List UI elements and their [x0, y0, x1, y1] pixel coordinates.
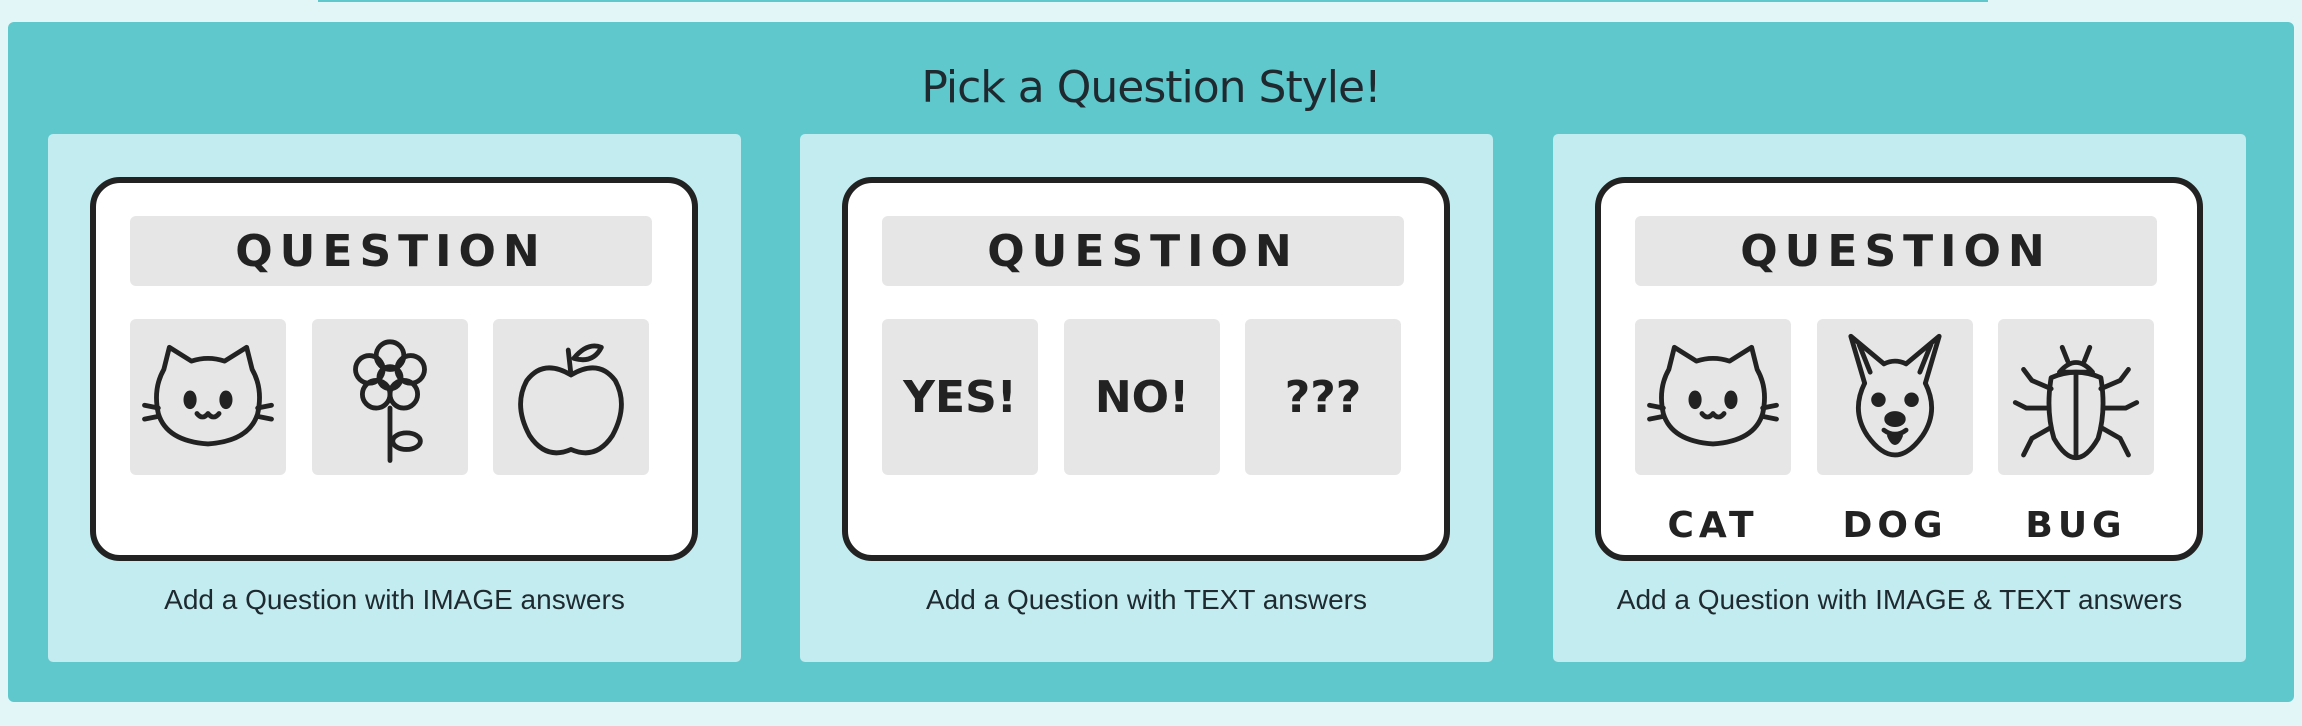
- answer-tile: YES!: [882, 319, 1038, 475]
- option-caption: Add a Question with IMAGE & TEXT answers: [1616, 584, 2183, 615]
- question-heading: QUESTION: [130, 216, 652, 286]
- answer-tile: [1817, 319, 1973, 475]
- dog-icon: [1848, 333, 1942, 458]
- answer-text-no: NO!: [1094, 371, 1190, 423]
- answer-label-bug: BUG: [2025, 505, 2127, 546]
- cat-icon: [142, 344, 274, 447]
- answer-tile: [1635, 319, 1791, 475]
- answer-tile: [1998, 319, 2154, 475]
- option-caption: Add a Question with IMAGE answers: [164, 584, 625, 615]
- answer-label-cat: CAT: [1667, 505, 1759, 546]
- question-heading: QUESTION: [1635, 216, 2157, 286]
- option-caption: Add a Question with TEXT answers: [926, 584, 1367, 615]
- apple-icon: [518, 343, 624, 456]
- answer-tile: [130, 319, 286, 475]
- image-text-answers-option[interactable]: QUESTION CAT DOG BUG Add a Question with…: [1553, 134, 2246, 662]
- text-answers-option[interactable]: QUESTION YES! NO! ??? Add a Question wit…: [800, 134, 1493, 662]
- panel-title: Pick a Question Style!: [921, 62, 1381, 113]
- answer-tile: [312, 319, 468, 475]
- answer-text-unknown: ???: [1284, 371, 1362, 423]
- answer-label-dog: DOG: [1842, 505, 1948, 546]
- question-heading: QUESTION: [882, 216, 1404, 286]
- question-style-panel: Pick a Question Style! QUESTION Add a Qu…: [8, 22, 2294, 702]
- preview-card: QUESTION: [1595, 177, 2203, 561]
- preview-card: QUESTION YES! NO! ???: [842, 177, 1450, 561]
- answer-tile: ???: [1245, 319, 1401, 475]
- answer-text-yes: YES!: [903, 371, 1017, 423]
- image-answers-option[interactable]: QUESTION Add a Question with IMAGE answe…: [48, 134, 741, 662]
- flower-icon: [353, 339, 427, 463]
- cat-icon: [1647, 344, 1779, 447]
- answer-tile: NO!: [1064, 319, 1220, 475]
- previous-section-edge: [318, 0, 1988, 2]
- answer-tile: [493, 319, 649, 475]
- bug-icon: [2012, 344, 2140, 461]
- preview-card: QUESTION: [90, 177, 698, 561]
